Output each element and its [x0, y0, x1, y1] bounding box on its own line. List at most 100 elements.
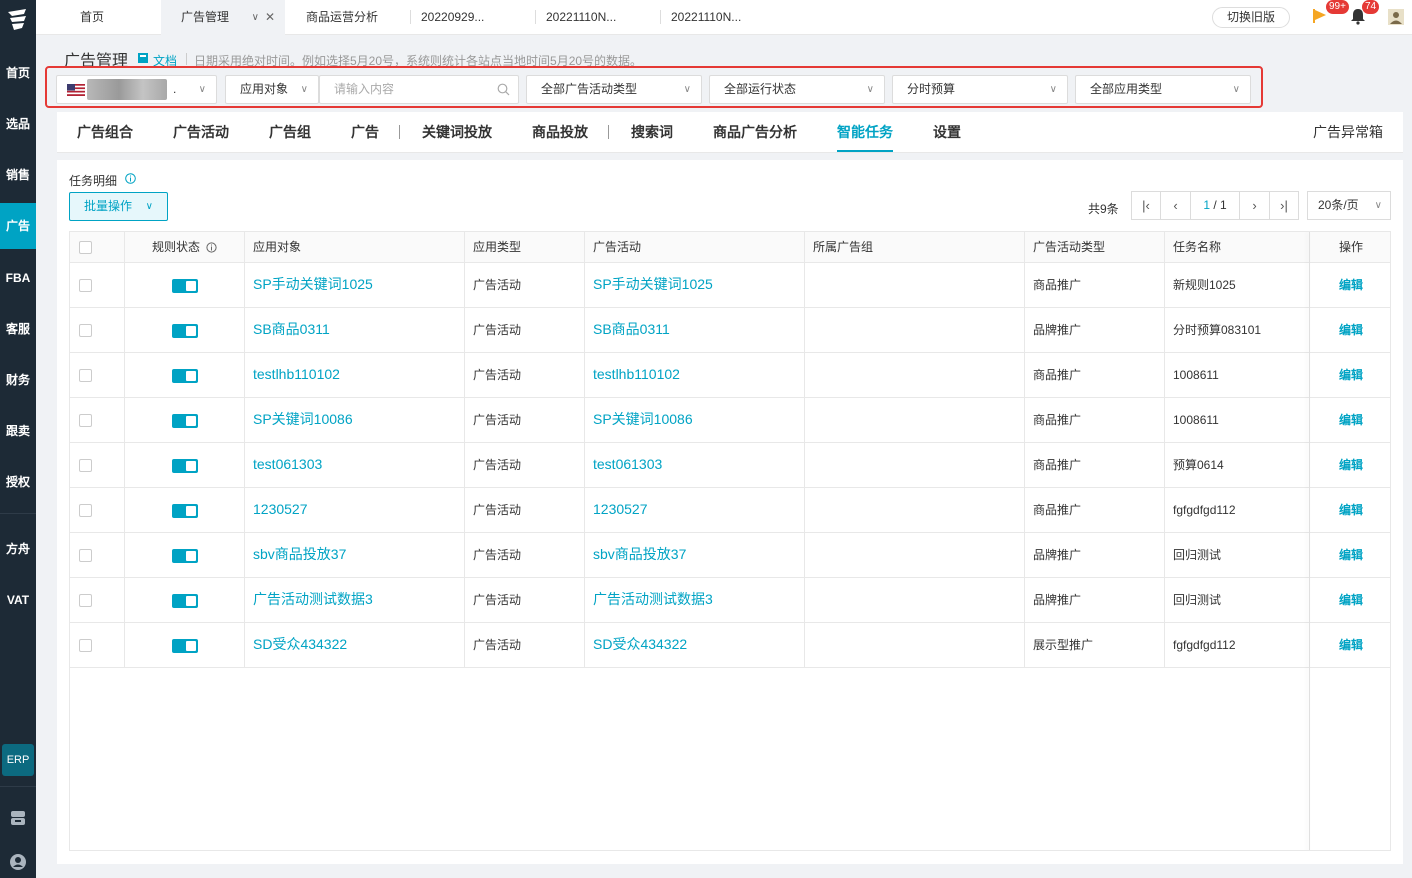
page-size-select[interactable]: 20条/页 ∨	[1307, 191, 1391, 220]
apply-target-link[interactable]: 1230527	[245, 488, 465, 532]
rule-status-toggle[interactable]	[172, 459, 198, 473]
row-checkbox[interactable]	[79, 369, 92, 382]
campaign-link[interactable]: 1230527	[585, 488, 805, 532]
campaign-link[interactable]: SB商品0311	[585, 308, 805, 352]
campaign-link[interactable]: sbv商品投放37	[585, 533, 805, 577]
campaign-link[interactable]: SP关键词10086	[585, 398, 805, 442]
campaign-link[interactable]: SP手动关键词1025	[585, 263, 805, 307]
sidebar-item-customer-service[interactable]: 客服	[0, 306, 36, 352]
info-icon[interactable]	[206, 242, 217, 253]
rule-status-toggle[interactable]	[172, 279, 198, 293]
edit-link[interactable]: 编辑	[1310, 398, 1390, 442]
sidebar-item-follow-sell[interactable]: 跟卖	[0, 408, 36, 454]
apply-target-link[interactable]: sbv商品投放37	[245, 533, 465, 577]
flag-icon[interactable]	[1312, 8, 1328, 24]
rule-status-toggle[interactable]	[172, 504, 198, 518]
sidebar-item-vat[interactable]: VAT	[0, 577, 36, 623]
tab-ads[interactable]: 广告	[351, 112, 379, 152]
row-checkbox[interactable]	[79, 279, 92, 292]
campaign-link[interactable]: testlhb110102	[585, 353, 805, 397]
tab-search-terms[interactable]: 搜索词	[631, 112, 673, 152]
campaign-link[interactable]: 广告活动测试数据3	[585, 578, 805, 622]
select-all-checkbox[interactable]	[79, 241, 92, 254]
apply-target-select[interactable]: 应用对象 ∨	[225, 75, 319, 104]
batch-operation-button[interactable]: 批量操作 ∨	[69, 192, 168, 221]
apply-target-link[interactable]: SP手动关键词1025	[245, 263, 465, 307]
rule-status-toggle[interactable]	[172, 324, 198, 338]
edit-link[interactable]: 编辑	[1310, 488, 1390, 532]
apply-target-link[interactable]: testlhb110102	[245, 353, 465, 397]
sidebar-item-sales[interactable]: 销售	[0, 152, 36, 198]
rule-status-toggle[interactable]	[172, 549, 198, 563]
apply-target-link[interactable]: 广告活动测试数据3	[245, 578, 465, 622]
row-checkbox[interactable]	[79, 549, 92, 562]
rule-status-toggle[interactable]	[172, 639, 198, 653]
tab-ad-management[interactable]: 广告管理 ∨ ✕	[161, 0, 285, 35]
tab-report-2[interactable]: 20221110N...	[526, 0, 650, 35]
tab-product-targeting[interactable]: 商品投放	[532, 112, 588, 152]
edit-link[interactable]: 编辑	[1310, 263, 1390, 307]
tab-ad-groups[interactable]: 广告组	[269, 112, 311, 152]
tab-product-ad-analysis[interactable]: 商品广告分析	[713, 112, 797, 152]
run-status-select[interactable]: 全部运行状态 ∨	[709, 75, 885, 104]
page-indicator[interactable]: 1 / 1	[1190, 191, 1240, 220]
tab-smart-tasks[interactable]: 智能任务	[837, 112, 893, 152]
switch-old-version-button[interactable]: 切换旧版	[1212, 7, 1290, 28]
rule-status-toggle[interactable]	[172, 414, 198, 428]
edit-link[interactable]: 编辑	[1310, 308, 1390, 352]
rule-status-toggle[interactable]	[172, 369, 198, 383]
sidebar-item-authorization[interactable]: 授权	[0, 459, 36, 505]
edit-link[interactable]: 编辑	[1310, 353, 1390, 397]
campaign-link[interactable]: test061303	[585, 443, 805, 487]
row-checkbox[interactable]	[79, 594, 92, 607]
ad-exception-box-link[interactable]: 广告异常箱	[1313, 112, 1383, 152]
tab-report-1[interactable]: 20220929...	[401, 0, 525, 35]
apply-target-link[interactable]: test061303	[245, 443, 465, 487]
last-page-button[interactable]: ›|	[1269, 191, 1299, 220]
edit-link[interactable]: 编辑	[1310, 623, 1390, 667]
tab-portfolio[interactable]: 广告组合	[77, 112, 133, 152]
edit-link[interactable]: 编辑	[1310, 443, 1390, 487]
prev-page-button[interactable]: ‹	[1160, 191, 1191, 220]
tab-product-analysis[interactable]: 商品运营分析	[286, 0, 410, 35]
tab-keyword-targeting[interactable]: 关键词投放	[422, 112, 492, 152]
info-icon[interactable]	[125, 173, 136, 184]
sidebar-item-home[interactable]: 首页	[0, 50, 36, 96]
user-icon[interactable]	[8, 852, 28, 872]
apply-target-link[interactable]: SD受众434322	[245, 623, 465, 667]
tab-report-3[interactable]: 20221110N...	[651, 0, 775, 35]
row-checkbox[interactable]	[79, 324, 92, 337]
sidebar-item-finance[interactable]: 财务	[0, 357, 36, 403]
avatar[interactable]	[1388, 9, 1404, 25]
rule-status-toggle[interactable]	[172, 594, 198, 608]
search-input[interactable]: 请输入内容	[319, 75, 519, 104]
tab-settings[interactable]: 设置	[933, 112, 961, 152]
first-page-button[interactable]: |‹	[1131, 191, 1161, 220]
tab-campaigns[interactable]: 广告活动	[173, 112, 229, 152]
chevron-down-icon[interactable]: ∨	[252, 0, 259, 35]
row-checkbox[interactable]	[79, 504, 92, 517]
row-checkbox[interactable]	[79, 414, 92, 427]
edit-link[interactable]: 编辑	[1310, 533, 1390, 577]
shop-select[interactable]: . ∨	[56, 75, 217, 104]
app-logo[interactable]	[4, 6, 32, 34]
tab-home[interactable]: 首页	[60, 0, 160, 35]
row-checkbox[interactable]	[79, 639, 92, 652]
campaign-link[interactable]: SD受众434322	[585, 623, 805, 667]
apply-target-link[interactable]: SB商品0311	[245, 308, 465, 352]
campaign-type-select[interactable]: 全部广告活动类型 ∨	[526, 75, 702, 104]
budget-select[interactable]: 分时预算 ∨	[892, 75, 1068, 104]
next-page-button[interactable]: ›	[1239, 191, 1270, 220]
sidebar-item-fba[interactable]: FBA	[0, 255, 36, 301]
sidebar-item-ark[interactable]: 方舟	[0, 526, 36, 572]
apply-type-select[interactable]: 全部应用类型 ∨	[1075, 75, 1251, 104]
erp-button[interactable]: ERP	[2, 744, 34, 776]
document-icon[interactable]	[137, 52, 149, 64]
sidebar-item-product-selection[interactable]: 选品	[0, 101, 36, 147]
close-icon[interactable]: ✕	[265, 0, 275, 35]
edit-link[interactable]: 编辑	[1310, 578, 1390, 622]
row-checkbox[interactable]	[79, 459, 92, 472]
search-icon[interactable]	[497, 83, 510, 96]
apply-target-link[interactable]: SP关键词10086	[245, 398, 465, 442]
sidebar-item-ads[interactable]: 广告	[0, 203, 36, 249]
